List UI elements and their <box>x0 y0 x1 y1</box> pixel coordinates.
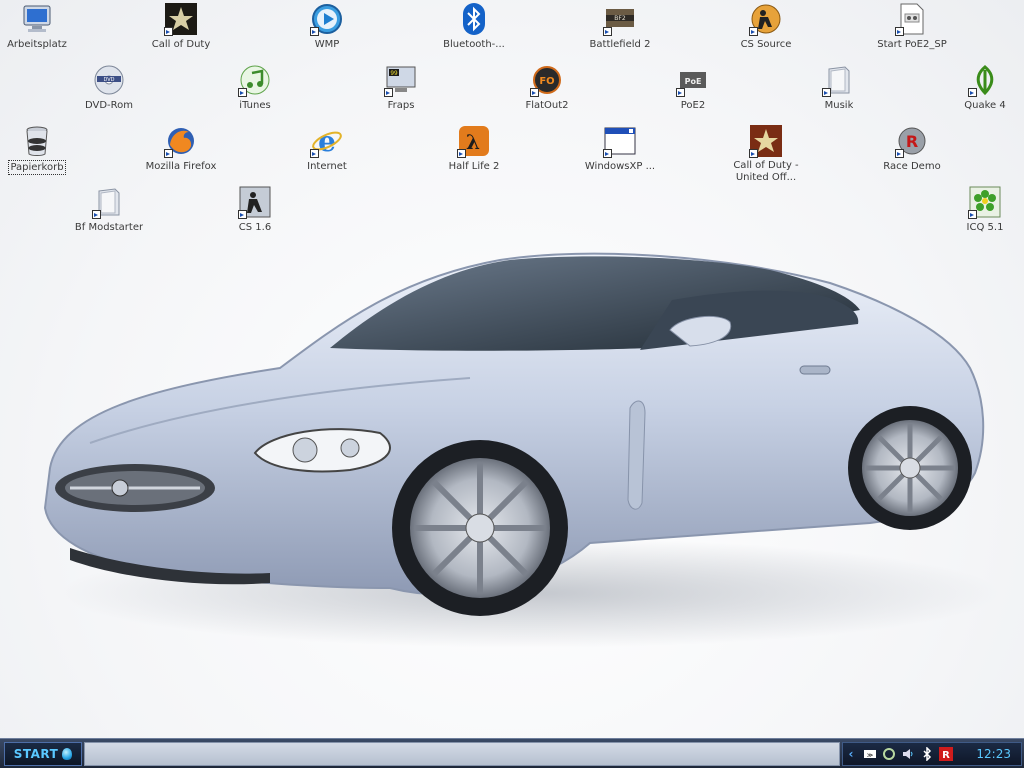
itunes-icon <box>238 63 272 97</box>
svg-text:≫: ≫ <box>867 752 873 759</box>
bluetooth-icon[interactable] <box>919 746 935 762</box>
start-orb-icon <box>62 748 73 760</box>
desktop-icon-label: FlatOut2 <box>525 100 569 111</box>
clock[interactable]: 12:23 <box>976 747 1011 761</box>
svg-text:R: R <box>942 750 950 761</box>
desktop-icon-label: CS Source <box>740 39 792 50</box>
svg-text:e: e <box>318 125 336 157</box>
desktop-icon-icq-5-1[interactable]: ICQ 5.1 <box>937 185 1024 243</box>
network-icon[interactable]: ≫ <box>862 746 878 762</box>
desktop-icon-label: WindowsXP ... <box>584 161 656 172</box>
desktop-icon-bf-modstarter[interactable]: Bf Modstarter <box>61 185 157 243</box>
desktop-icon-label: Start PoE2_SP <box>877 39 947 50</box>
desktop-icon-race-demo[interactable]: R Race Demo <box>864 124 960 182</box>
desktop-icon-fraps[interactable]: 99 Fraps <box>353 63 449 121</box>
system-tray: ‹ ≫ R 12:23 <box>842 742 1022 766</box>
svg-text:DVD: DVD <box>103 77 114 83</box>
recycle-bin-icon <box>20 124 54 158</box>
poe2-icon: PoE <box>676 63 710 97</box>
desktop-icon-wmp[interactable]: WMP <box>279 2 375 60</box>
desktop-icon-label: Half Life 2 <box>448 161 500 172</box>
bluetooth-icon <box>457 2 491 36</box>
wallpaper-car-image <box>43 252 1000 648</box>
desktop-icon-arbeitsplatz[interactable]: Arbeitsplatz <box>0 2 85 60</box>
flatout-icon: FO <box>530 63 564 97</box>
folder-icon <box>92 185 126 219</box>
taskbar: START ‹ ≫ R 12:23 <box>0 738 1024 768</box>
desktop-icon-cs-source[interactable]: CS Source <box>718 2 814 60</box>
call-of-duty-icon <box>164 2 198 36</box>
desktop-icon-bluetooth[interactable]: Bluetooth-... <box>426 2 522 60</box>
desktop-icon-start-poe2-sp[interactable]: Start PoE2_SP <box>864 2 960 60</box>
desktop-icon-battlefield-2[interactable]: BF2 Battlefield 2 <box>572 2 668 60</box>
svg-text:BF2: BF2 <box>614 15 626 22</box>
desktop-icon-call-of-duty-united-offensive[interactable]: Call of Duty - United Off... <box>718 124 814 194</box>
desktop-icon-flatout2[interactable]: FO FlatOut2 <box>499 63 595 121</box>
desktop-icon-label: Papierkorb <box>8 160 66 175</box>
fraps-icon: 99 <box>384 63 418 97</box>
desktop-icon-mozilla-firefox[interactable]: Mozilla Firefox <box>133 124 229 182</box>
batch-file-icon <box>895 2 929 36</box>
desktop-icon-cs-1-6[interactable]: CS 1.6 <box>207 185 303 243</box>
desktop[interactable]: Arbeitsplatz Call of Duty WMP Bluetooth-… <box>0 0 1024 738</box>
desktop-icon-quake-4[interactable]: Quake 4 <box>937 63 1024 121</box>
desktop-icon-musik[interactable]: Musik <box>791 63 887 121</box>
desktop-icon-label: iTunes <box>239 100 271 111</box>
desktop-icon-poe2[interactable]: PoE PoE2 <box>645 63 741 121</box>
desktop-icon-label: Internet <box>307 161 347 172</box>
desktop-icon-label: ICQ 5.1 <box>966 222 1004 233</box>
internet-explorer-icon: e <box>310 124 344 158</box>
desktop-icon-label: Bf Modstarter <box>74 222 144 233</box>
desktop-icon-label: Arbeitsplatz <box>7 39 67 50</box>
call-of-duty-united-offensive-icon <box>749 124 783 158</box>
desktop-icon-label: Mozilla Firefox <box>145 161 217 172</box>
battlefield-icon: BF2 <box>603 2 637 36</box>
tray-expand-chevron-icon[interactable]: ‹ <box>843 747 859 761</box>
quake-icon <box>968 63 1002 97</box>
desktop-icon-label: CS 1.6 <box>238 222 272 233</box>
desktop-icon-label: Race Demo <box>883 161 941 172</box>
desktop-icon-label: PoE2 <box>680 100 706 111</box>
antivirus-icon[interactable]: R <box>938 746 954 762</box>
taskbar-window-list[interactable] <box>84 742 840 766</box>
desktop-icon-label: Fraps <box>387 100 415 111</box>
svg-text:99: 99 <box>390 70 398 77</box>
counter-strike-source-icon <box>749 2 783 36</box>
desktop-icon-label: Quake 4 <box>964 100 1006 111</box>
desktop-icon-windowsxp[interactable]: WindowsXP ... <box>572 124 668 182</box>
start-button[interactable]: START <box>4 742 82 766</box>
svg-text:R: R <box>906 132 918 151</box>
half-life-icon: λ <box>457 124 491 158</box>
desktop-icon-label: DVD-Rom <box>84 100 134 111</box>
desktop-icon-dvd-rom[interactable]: DVD DVD-Rom <box>61 63 157 121</box>
desktop-icon-label: Bluetooth-... <box>443 39 505 50</box>
desktop-icon-half-life-2[interactable]: λ Half Life 2 <box>426 124 522 182</box>
window-icon <box>603 124 637 158</box>
counter-strike-icon <box>238 185 272 219</box>
desktop-icon-label: Musik <box>824 100 854 111</box>
folder-icon <box>822 63 856 97</box>
speaker-icon[interactable] <box>900 746 916 762</box>
svg-text:FO: FO <box>539 76 554 87</box>
desktop-icon-call-of-duty[interactable]: Call of Duty <box>133 2 229 60</box>
desktop-icon-label: Battlefield 2 <box>589 39 651 50</box>
recycle-icon[interactable] <box>881 746 897 762</box>
desktop-icon-itunes[interactable]: iTunes <box>207 63 303 121</box>
windows-media-player-icon <box>310 2 344 36</box>
start-label: START <box>13 747 59 761</box>
svg-text:PoE: PoE <box>685 77 702 86</box>
svg-text:λ: λ <box>466 130 480 154</box>
desktop-icon-label: Call of Duty - United Off... <box>733 160 799 183</box>
race-icon: R <box>895 124 929 158</box>
dvd-drive-icon: DVD <box>92 63 126 97</box>
firefox-icon <box>164 124 198 158</box>
desktop-icon-label: Call of Duty <box>151 39 211 50</box>
desktop-icon-papierkorb[interactable]: Papierkorb <box>0 124 85 182</box>
desktop-icon-internet[interactable]: e Internet <box>279 124 375 182</box>
icq-icon <box>968 185 1002 219</box>
desktop-icon-label: WMP <box>314 39 340 50</box>
my-computer-icon <box>20 2 54 36</box>
